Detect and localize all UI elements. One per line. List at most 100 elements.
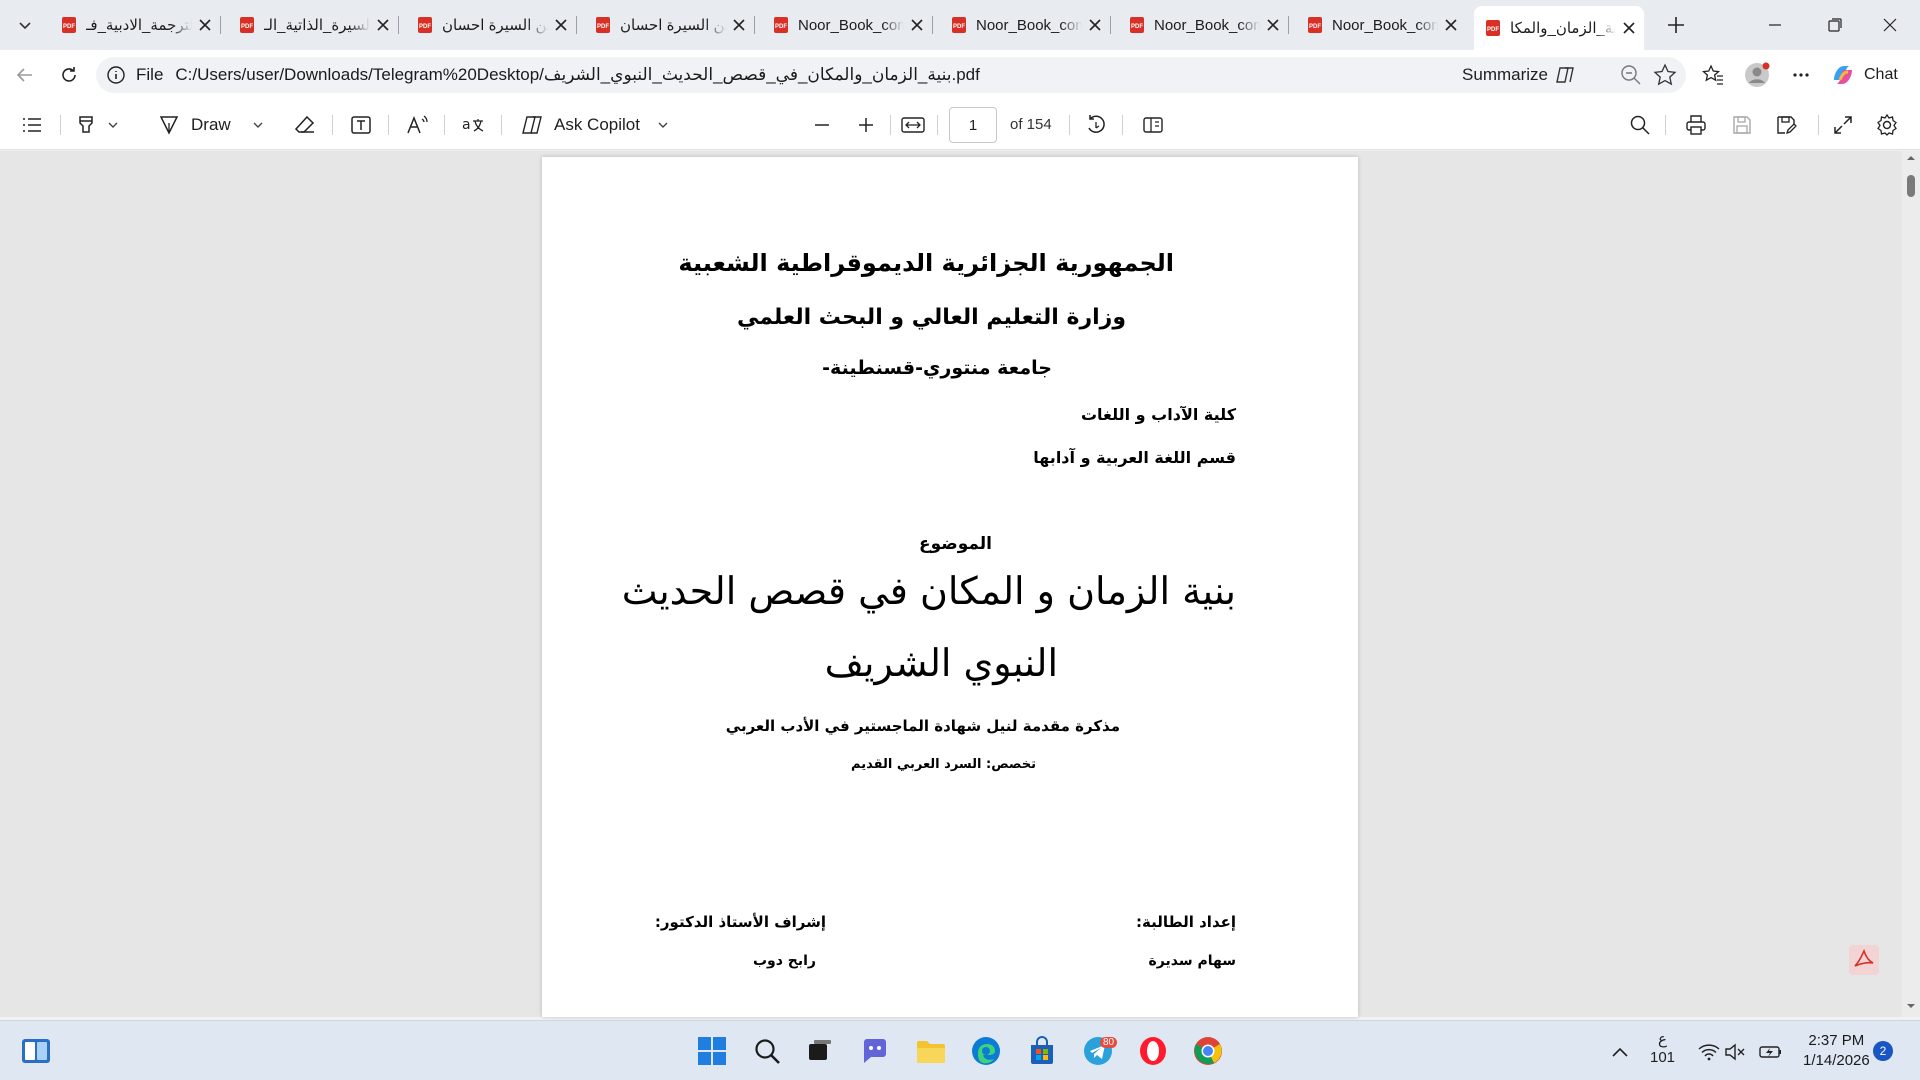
scrollbar-thumb[interactable] — [1907, 175, 1915, 197]
refresh-button[interactable] — [52, 58, 86, 92]
full-screen-button[interactable] — [1831, 110, 1855, 140]
close-tab-icon[interactable] — [908, 16, 926, 34]
microsoft-store-button[interactable] — [1024, 1033, 1060, 1069]
close-icon — [1883, 18, 1897, 32]
teams-chat-button[interactable] — [857, 1033, 893, 1069]
opera-button[interactable] — [1135, 1033, 1171, 1069]
clock-date: 1/14/2026 — [1803, 1052, 1870, 1069]
info-icon[interactable] — [106, 65, 126, 85]
pdf-viewer[interactable]: الجمهورية الجزائرية الديموقراطية الشعبية… — [0, 151, 1920, 1017]
notification-count-badge[interactable]: 2 — [1873, 1041, 1893, 1061]
address-bar[interactable]: File C:/Users/user/Downloads/Telegram%20… — [96, 57, 1686, 93]
page-number-input[interactable]: 1 — [949, 107, 997, 143]
tab-divider — [1110, 16, 1111, 34]
copilot-chat-button[interactable]: Chat — [1830, 58, 1898, 92]
browser-tab[interactable]: PDF الترجمة_الادبية_فـ — [50, 8, 221, 42]
read-aloud-button[interactable] — [405, 110, 429, 140]
clock-time: 2:37 PM — [1808, 1032, 1865, 1049]
battery-status[interactable] — [1759, 1041, 1783, 1063]
pdf-file-icon: PDF — [952, 17, 966, 33]
widgets-button[interactable] — [18, 1033, 54, 1069]
minimize-button[interactable] — [1745, 0, 1805, 50]
save-button[interactable] — [1730, 110, 1754, 140]
doc-subject-label: الموضوع — [919, 534, 992, 554]
browser-tab[interactable]: PDF فن السيرة احسان — [584, 8, 755, 42]
tab-actions-menu-button[interactable] — [8, 9, 42, 41]
scroll-down-arrow-icon[interactable] — [1902, 999, 1920, 1013]
draw-button[interactable]: Draw — [157, 110, 265, 140]
system-clock[interactable]: 2:37 PM 1/14/2026 — [1803, 1031, 1870, 1071]
restore-button[interactable] — [1805, 0, 1865, 50]
pdf-file-icon: PDF — [774, 17, 788, 33]
opera-logo-icon — [1140, 1037, 1166, 1065]
close-tab-icon[interactable] — [196, 16, 214, 34]
acrobat-button[interactable] — [1849, 945, 1879, 975]
translate-button[interactable]: a — [461, 110, 485, 140]
task-view-button[interactable] — [802, 1033, 838, 1069]
favorites-button[interactable] — [1696, 58, 1730, 92]
zoom-out-button[interactable] — [810, 110, 834, 140]
close-tab-icon[interactable] — [1620, 19, 1638, 37]
pdf-toolbar: Draw a Ask Copilot 1 of 154 — [0, 100, 1920, 150]
find-button[interactable] — [1628, 110, 1652, 140]
summarize-button[interactable]: Summarize — [1462, 61, 1576, 89]
close-tab-icon[interactable] — [1086, 16, 1104, 34]
chevron-down-icon[interactable] — [106, 118, 120, 132]
rotate-button[interactable] — [1084, 110, 1108, 140]
close-tab-icon[interactable] — [552, 16, 570, 34]
profile-button[interactable] — [1740, 58, 1774, 92]
close-tab-icon[interactable] — [730, 16, 748, 34]
svg-text:PDF: PDF — [1131, 24, 1143, 30]
scroll-up-arrow-icon[interactable] — [1902, 151, 1920, 165]
fit-to-width-button[interactable] — [900, 110, 926, 140]
chrome-button[interactable] — [1190, 1033, 1226, 1069]
pdf-settings-button[interactable] — [1875, 110, 1899, 140]
ask-copilot-button[interactable]: Ask Copilot — [520, 110, 670, 140]
zoom-out-icon[interactable] — [1618, 62, 1644, 88]
print-button[interactable] — [1684, 110, 1708, 140]
text-box-icon — [351, 116, 371, 134]
highlight-button[interactable] — [74, 110, 120, 140]
settings-and-more-button[interactable] — [1784, 58, 1818, 92]
close-window-button[interactable] — [1860, 0, 1920, 50]
doc-supervisor-name: رابح دوب — [752, 953, 816, 969]
add-text-button[interactable] — [349, 110, 373, 140]
edge-browser-button[interactable] — [968, 1033, 1004, 1069]
input-language-indicator[interactable]: ع 101 — [1650, 1031, 1675, 1067]
search-button[interactable] — [749, 1033, 785, 1069]
browser-tab[interactable]: PDF فن السيرة احسان — [406, 8, 577, 42]
save-as-button[interactable] — [1774, 110, 1798, 140]
close-tab-icon[interactable] — [1264, 16, 1282, 34]
show-hidden-icons-button[interactable] — [1608, 1041, 1632, 1063]
vertical-scrollbar[interactable] — [1902, 151, 1920, 1017]
url-text[interactable]: C:/Users/user/Downloads/Telegram%20Deskt… — [175, 65, 979, 85]
svg-text:PDF: PDF — [597, 24, 609, 30]
pdf-file-icon: PDF — [1486, 20, 1500, 36]
table-of-contents-button[interactable] — [20, 110, 44, 140]
close-tab-icon[interactable] — [374, 16, 392, 34]
browser-tab[interactable]: PDF السيرة_الذاتية_الـ — [228, 8, 399, 42]
new-tab-button[interactable] — [1660, 9, 1692, 41]
windows-taskbar: 80 ع 101 2:37 PM 1/14/2026 2 — [0, 1020, 1920, 1080]
page-view-button[interactable] — [1141, 110, 1165, 140]
browser-tab[interactable]: PDF Noor_Book_com — [940, 8, 1111, 42]
zoom-in-button[interactable] — [854, 110, 878, 140]
erase-button[interactable] — [293, 110, 317, 140]
close-tab-icon[interactable] — [1442, 16, 1460, 34]
favorite-star-icon[interactable] — [1652, 62, 1678, 88]
start-button[interactable] — [694, 1033, 730, 1069]
telegram-button[interactable]: 80 — [1080, 1033, 1118, 1069]
back-button[interactable] — [8, 58, 42, 92]
file-explorer-button[interactable] — [913, 1033, 949, 1069]
tab-divider — [1288, 16, 1289, 34]
browser-tab[interactable]: PDF Noor_Book_com — [1118, 8, 1289, 42]
browser-tab-active[interactable]: PDF بنية_الزمان_والمكا — [1474, 6, 1644, 50]
volume-status[interactable] — [1723, 1041, 1747, 1063]
search-icon — [755, 1039, 780, 1064]
chevron-down-icon[interactable] — [656, 118, 670, 132]
browser-tab[interactable]: PDF Noor_Book_com — [762, 8, 933, 42]
chevron-down-icon[interactable] — [251, 118, 265, 132]
browser-tab[interactable]: PDF Noor_Book_com — [1296, 8, 1466, 42]
folder-icon — [917, 1041, 945, 1063]
wifi-status[interactable] — [1697, 1041, 1721, 1063]
